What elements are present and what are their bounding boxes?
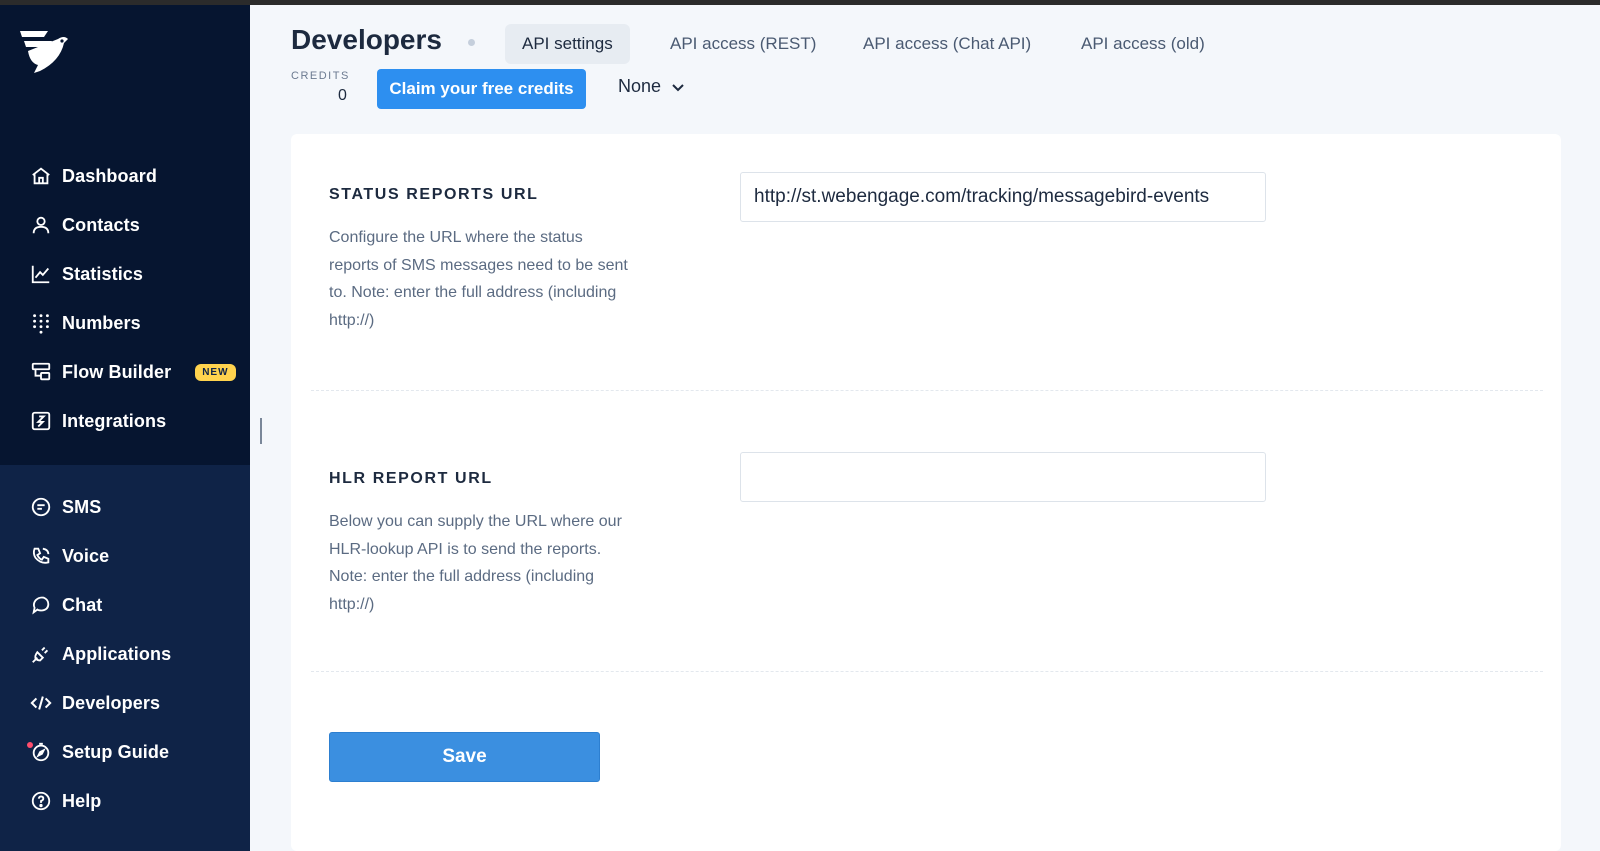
api-settings-card: STATUS REPORTS URL Configure the URL whe… (291, 134, 1561, 851)
credits-value: 0 (338, 87, 347, 104)
hlr-report-url-input[interactable] (740, 452, 1266, 502)
account-dropdown[interactable]: None (618, 76, 685, 97)
title-separator-dot (468, 39, 475, 46)
sidebar-item-developers[interactable]: Developers (30, 689, 160, 717)
messagebird-logo-icon[interactable] (18, 27, 70, 75)
sidebar-item-dashboard[interactable]: Dashboard (30, 162, 157, 190)
sidebar-item-flow-builder[interactable]: Flow Builder NEW (30, 358, 236, 386)
sidebar-item-label: SMS (62, 496, 102, 517)
home-icon (30, 165, 52, 187)
new-badge: NEW (195, 363, 236, 381)
section-divider (311, 390, 1543, 391)
notification-dot (27, 742, 33, 748)
plug-icon (30, 643, 52, 665)
compass-icon (30, 741, 52, 763)
sidebar-item-label: Integrations (62, 410, 167, 431)
sidebar-item-chat[interactable]: Chat (30, 591, 102, 619)
sidebar-item-contacts[interactable]: Contacts (30, 211, 140, 239)
sidebar-item-sms[interactable]: SMS (30, 493, 101, 521)
integrations-icon (30, 410, 52, 432)
sms-icon (30, 496, 52, 518)
claim-free-credits-button[interactable]: Claim your free credits (377, 69, 586, 109)
page-title: Developers (291, 24, 442, 55)
sidebar-item-label: Flow Builder (62, 361, 172, 382)
sidebar-item-label: Developers (62, 692, 161, 713)
sidebar-item-numbers[interactable]: Numbers (30, 309, 141, 337)
sidebar-item-label: Chat (62, 594, 103, 615)
user-icon (30, 214, 52, 236)
sidebar-item-label: Statistics (62, 263, 144, 284)
tab-api-access-old[interactable]: API access (old) (1064, 24, 1222, 64)
sidebar-item-applications[interactable]: Applications (30, 640, 171, 668)
sidebar-item-label: Voice (62, 545, 110, 566)
sidebar-item-label: Setup Guide (62, 741, 170, 762)
tab-api-access-chat-api[interactable]: API access (Chat API) (846, 24, 1048, 64)
status-reports-label: STATUS REPORTS URL (329, 186, 539, 203)
sidebar-resize-handle[interactable] (260, 418, 262, 444)
sidebar-item-integrations[interactable]: Integrations (30, 407, 166, 435)
chevron-down-icon (672, 83, 684, 91)
flow-icon (30, 361, 52, 383)
sidebar-item-setup-guide[interactable]: Setup Guide (30, 738, 169, 766)
hlr-report-label: HLR REPORT URL (329, 470, 493, 487)
sidebar-item-voice[interactable]: Voice (30, 542, 109, 570)
sidebar-item-label: Numbers (62, 312, 141, 333)
save-button[interactable]: Save (329, 732, 600, 782)
sidebar-item-label: Dashboard (62, 165, 157, 186)
sidebar-item-label: Applications (62, 643, 172, 664)
chat-icon (30, 594, 52, 616)
credits-label: CREDITS (291, 70, 350, 82)
sidebar-item-label: Help (62, 790, 102, 811)
tab-api-settings[interactable]: API settings (505, 24, 630, 64)
dialpad-icon (30, 312, 52, 334)
chart-icon (30, 263, 52, 285)
sidebar-item-statistics[interactable]: Statistics (30, 260, 143, 288)
sidebar: Dashboard Contacts Statistics Numbers Fl… (0, 5, 250, 851)
tab-api-access-rest[interactable]: API access (REST) (653, 24, 833, 64)
code-icon (30, 692, 52, 714)
hlr-report-description: Below you can supply the URL where our H… (329, 513, 622, 613)
dropdown-value: None (618, 76, 662, 96)
help-icon (30, 790, 52, 812)
sidebar-item-help[interactable]: Help (30, 787, 101, 815)
phone-icon (30, 545, 52, 567)
status-reports-description: Configure the URL where the status repor… (329, 229, 628, 329)
sidebar-item-label: Contacts (62, 214, 140, 235)
section-divider (311, 671, 1543, 672)
status-reports-url-input[interactable] (740, 172, 1266, 222)
